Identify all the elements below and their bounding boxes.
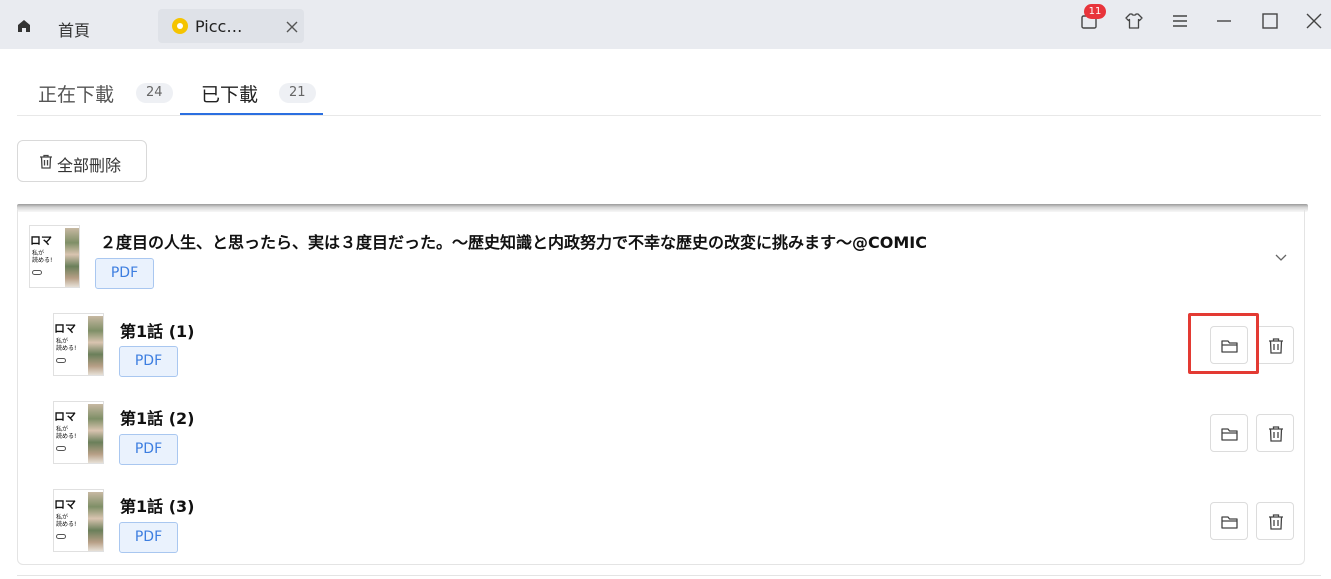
thumbnail-toggle-graphic	[56, 534, 66, 539]
tab-downloaded-label: 已下載	[201, 84, 259, 106]
download-tabs: 正在下載 24 已下載 21	[17, 60, 1321, 116]
maximize-icon[interactable]	[1260, 11, 1280, 31]
thumbnail-cover-art	[65, 228, 79, 287]
series-card	[17, 210, 1305, 565]
trash-icon	[1269, 514, 1283, 530]
series-title: ２度目の人生、と思ったら、実は３度目だった。～歴史知識と内政努力で不幸な歴史の改…	[100, 233, 927, 252]
trash-icon	[1269, 426, 1283, 442]
open-folder-button[interactable]	[1210, 502, 1248, 540]
thumbnail-toggle-graphic	[32, 270, 42, 275]
episode-thumbnail: ロマ 私が 読める!	[53, 489, 104, 552]
menu-icon[interactable]	[1170, 11, 1190, 31]
episode-title: 第1話 (1)	[120, 322, 195, 341]
thumbnail-subtext: 私が 読める!	[32, 250, 53, 264]
tab-title: Picc…	[195, 17, 243, 36]
open-folder-button[interactable]	[1210, 414, 1248, 452]
tab-downloaded-count: 21	[279, 83, 316, 103]
home-tab-label[interactable]: 首頁	[58, 17, 90, 41]
folder-icon	[1221, 516, 1238, 529]
thumbnail-cover-art	[88, 316, 103, 375]
episode-thumbnail: ロマ 私が 読める!	[53, 313, 104, 376]
delete-episode-button[interactable]	[1256, 326, 1294, 364]
tab-downloading-count: 24	[136, 83, 173, 103]
episode-title: 第1話 (3)	[120, 497, 195, 516]
thumbnail-text: ロマ	[54, 498, 76, 511]
thumbnail-toggle-graphic	[56, 446, 66, 451]
folder-icon	[1221, 428, 1238, 441]
episode-thumbnail: ロマ 私が 読める!	[53, 401, 104, 464]
skin-icon[interactable]	[1124, 11, 1144, 31]
thumbnail-subtext: 私が 読める!	[56, 426, 77, 440]
app-logo-icon	[172, 18, 188, 34]
delete-episode-button[interactable]	[1256, 414, 1294, 452]
highlight-box	[1188, 313, 1259, 374]
episode-format-tag: PDF	[119, 346, 178, 377]
tab-downloading-label: 正在下載	[38, 84, 115, 106]
series-thumbnail: ロマ 私が 読める!	[29, 225, 80, 288]
thumbnail-cover-art	[88, 492, 103, 551]
delete-all-button[interactable]: 全部刪除	[17, 140, 147, 182]
thumbnail-cover-art	[88, 404, 103, 463]
trash-icon	[1269, 338, 1283, 354]
thumbnail-text: ロマ	[30, 234, 52, 247]
episode-format-tag: PDF	[119, 434, 178, 465]
tab-downloaded[interactable]: 已下載 21	[180, 60, 323, 115]
close-icon[interactable]	[285, 19, 299, 33]
series-format-tag: PDF	[95, 258, 154, 289]
thumbnail-subtext: 私が 読める!	[56, 514, 77, 528]
tab-downloading[interactable]: 正在下載 24	[17, 60, 177, 115]
tab-piccoma[interactable]: Picc…	[158, 9, 304, 43]
bottom-divider	[17, 575, 1321, 576]
thumbnail-subtext: 私が 読める!	[56, 338, 77, 352]
chevron-down-icon[interactable]	[1273, 249, 1289, 265]
title-bar: 首頁 Picc… 11	[0, 0, 1331, 49]
episode-format-tag: PDF	[119, 522, 178, 553]
minimize-icon[interactable]	[1214, 11, 1234, 31]
thumbnail-text: ロマ	[54, 410, 76, 423]
thumbnail-toggle-graphic	[56, 358, 66, 363]
delete-episode-button[interactable]	[1256, 502, 1294, 540]
window-close-icon[interactable]	[1304, 11, 1324, 31]
episode-title: 第1話 (2)	[120, 409, 195, 428]
home-icon[interactable]	[14, 16, 34, 36]
active-tab-indicator	[180, 113, 323, 115]
thumbnail-text: ロマ	[54, 322, 76, 335]
trash-icon	[39, 154, 53, 169]
notification-badge: 11	[1084, 4, 1106, 19]
delete-all-label: 全部刪除	[57, 156, 122, 175]
